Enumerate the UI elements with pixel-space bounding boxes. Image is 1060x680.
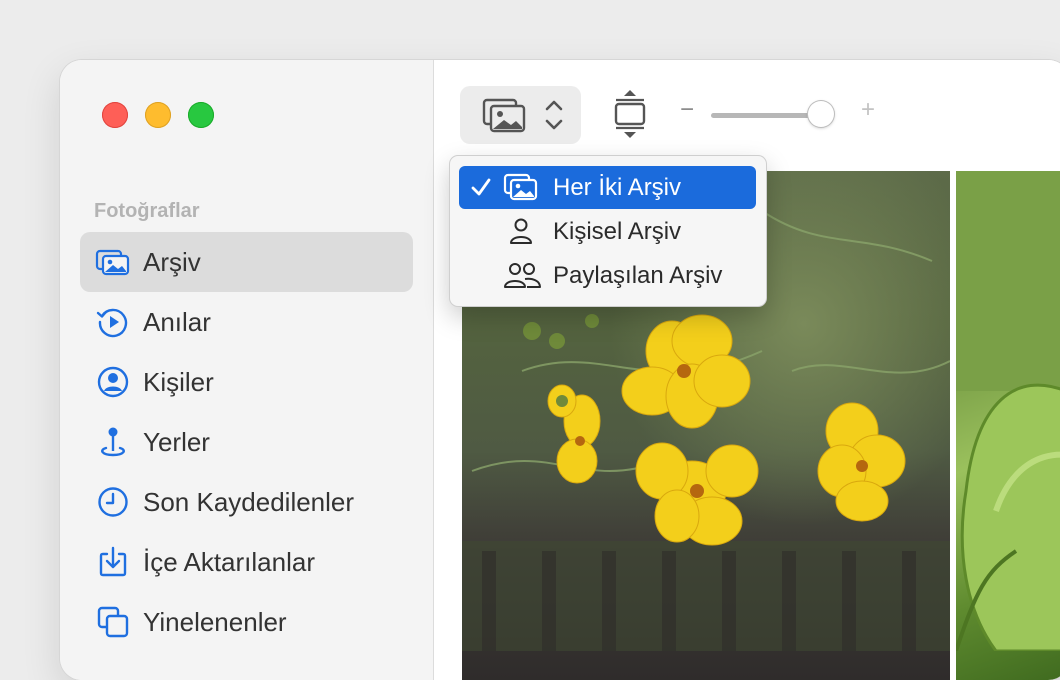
sidebar-item-label: Son Kaydedilenler	[143, 486, 355, 517]
sidebar-item-library[interactable]: Arşiv	[80, 232, 413, 292]
green-succulent-image	[956, 171, 1060, 653]
photo-green-succulent[interactable]	[956, 171, 1060, 680]
both-libraries-icon	[503, 173, 538, 201]
sidebar-item-recently-saved[interactable]: Son Kaydedilenler	[80, 472, 413, 532]
sidebar-item-places[interactable]: Yerler	[80, 412, 413, 472]
person-icon	[510, 218, 532, 244]
zoom-in-icon[interactable]: +	[861, 98, 875, 122]
shared-people-icon	[504, 263, 541, 288]
person-circle-icon	[97, 366, 129, 398]
map-pin-icon	[101, 427, 125, 457]
zoom-slider-knob[interactable]	[808, 101, 835, 127]
sidebar-item-label: Arşiv	[143, 246, 201, 277]
sidebar-item-imports[interactable]: İçe Aktarılanlar	[80, 532, 413, 592]
sidebar-item-label: Kişiler	[143, 366, 214, 397]
memories-icon	[96, 308, 128, 338]
sidebar-item-people[interactable]: Kişiler	[80, 352, 413, 412]
import-icon	[99, 546, 127, 577]
photo-library-icon	[482, 98, 526, 133]
sidebar-item-label: Yerler	[143, 426, 210, 457]
sidebar-item-memories[interactable]: Anılar	[80, 292, 413, 352]
window-controls	[102, 102, 214, 128]
menu-item-both-libraries[interactable]: Her İki Arşiv	[459, 166, 756, 209]
photos-window: Fotoğraflar Arşiv Anılar Kişiler Yerler …	[60, 60, 1060, 680]
sidebar-item-duplicates[interactable]: Yinelenenler	[80, 592, 413, 652]
toolbar: − +	[434, 60, 1060, 155]
sidebar-item-label: Yinelenenler	[143, 606, 287, 637]
aspect-fit-icon[interactable]	[610, 88, 650, 140]
library-switcher-button[interactable]	[460, 86, 581, 144]
minimize-button[interactable]	[145, 102, 171, 128]
library-dropdown-menu: Her İki Arşiv Kişisel Arşiv Paylaşılan A…	[450, 156, 766, 306]
photo-library-icon	[95, 249, 130, 276]
sidebar-item-label: Anılar	[143, 306, 211, 337]
content-area: − +	[434, 60, 1060, 680]
zoom-out-icon[interactable]: −	[680, 98, 694, 122]
menu-item-label: Kişisel Arşiv	[553, 218, 682, 245]
duplicates-icon	[97, 606, 129, 638]
sidebar-item-label: İçe Aktarılanlar	[143, 546, 315, 577]
menu-item-shared-library[interactable]: Paylaşılan Arşiv	[459, 254, 756, 297]
sidebar: Fotoğraflar Arşiv Anılar Kişiler Yerler …	[60, 60, 434, 680]
section-header-photos: Fotoğraflar	[94, 200, 200, 222]
sidebar-nav: Arşiv Anılar Kişiler Yerler Son Kaydedil…	[80, 232, 413, 652]
menu-item-label: Her İki Arşiv	[553, 174, 682, 201]
zoom-button[interactable]	[188, 102, 214, 128]
close-button[interactable]	[102, 102, 128, 128]
menu-item-personal-library[interactable]: Kişisel Arşiv	[459, 210, 756, 253]
chevron-updown-icon	[545, 100, 563, 130]
clock-icon	[98, 487, 128, 517]
menu-item-label: Paylaşılan Arşiv	[553, 262, 723, 289]
checkmark-icon	[471, 178, 491, 196]
